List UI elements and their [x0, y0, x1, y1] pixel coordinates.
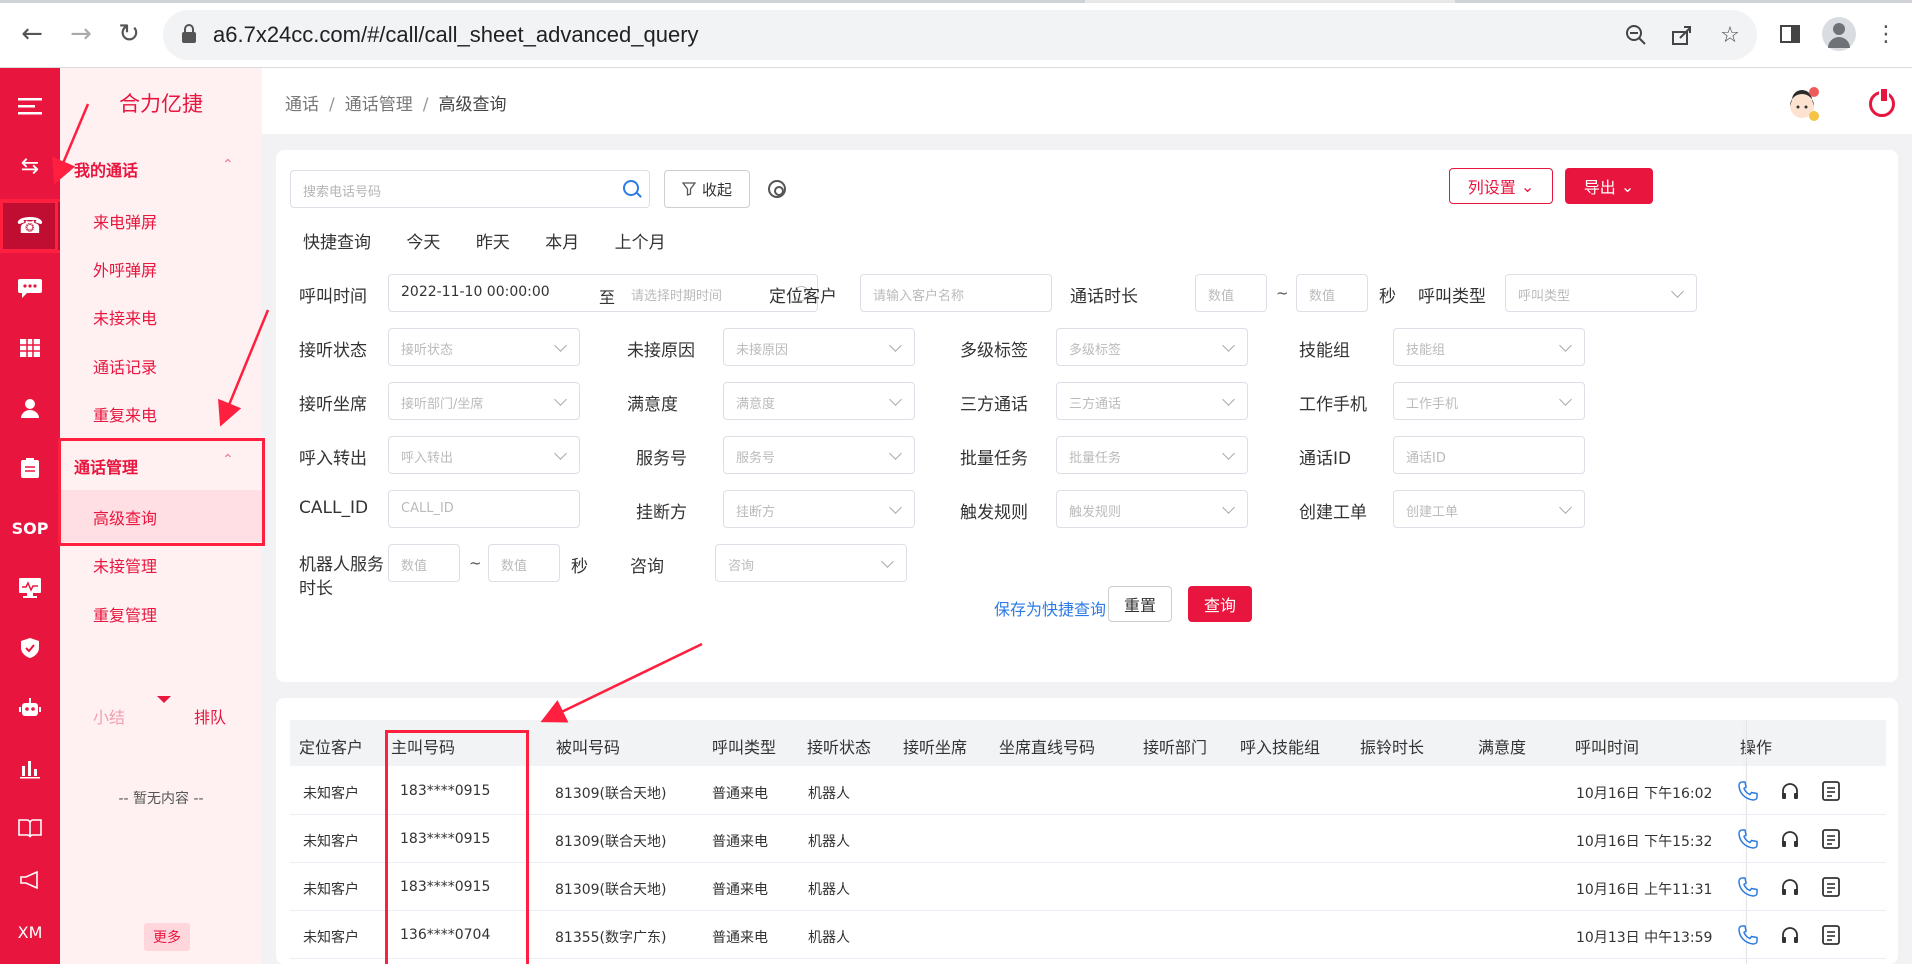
annotation-arrows	[52, 103, 703, 723]
